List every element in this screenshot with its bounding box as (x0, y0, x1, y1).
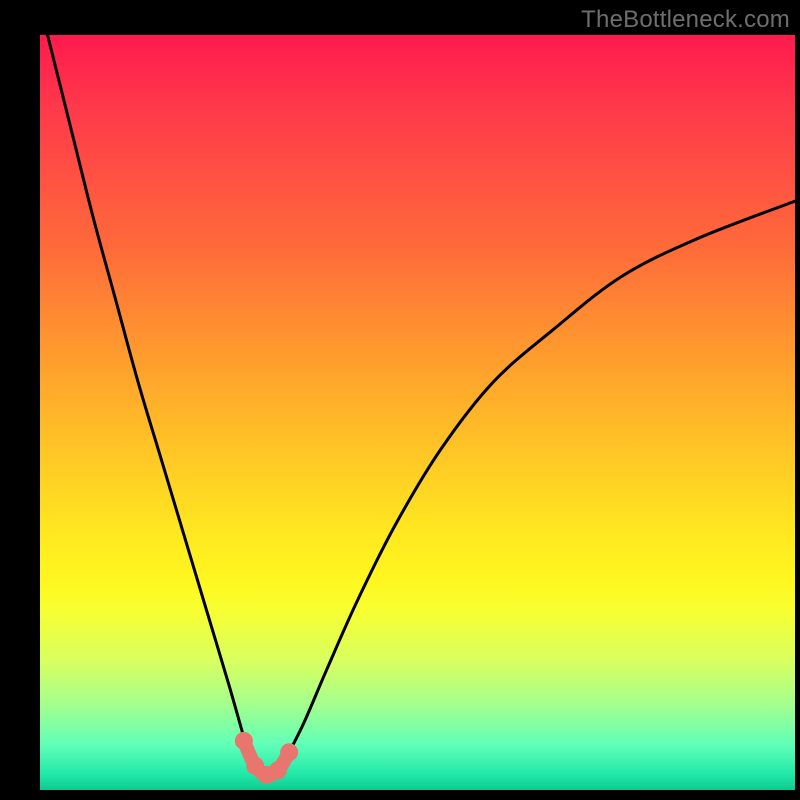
pink-marker-group (235, 732, 298, 784)
watermark-text: TheBottleneck.com (581, 6, 790, 34)
bottleneck-curve (48, 35, 795, 775)
pink-marker (235, 732, 253, 750)
pink-marker (269, 761, 287, 779)
pink-marker (280, 743, 298, 761)
chart-frame: TheBottleneck.com (0, 0, 800, 800)
plot-area (40, 35, 795, 790)
curve-layer (40, 35, 795, 790)
